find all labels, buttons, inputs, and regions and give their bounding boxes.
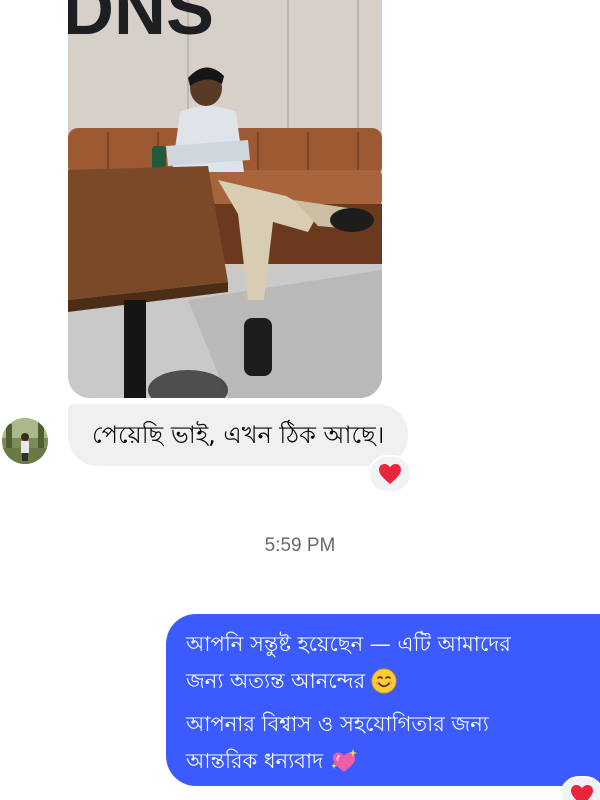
sparkling-heart-emoji-icon — [329, 748, 359, 786]
sent-message-line-text: আন্তরিক ধন্যবাদ — [186, 749, 324, 773]
sent-message-line-text: আপনি সন্তুষ্ট হয়েছেন — এটি আমাদের — [186, 632, 511, 656]
sent-message-bubble[interactable]: আপনি সন্তুষ্ট হয়েছেন — এটি আমাদের জন্য … — [166, 614, 600, 786]
sent-message-line-text: জন্য অত্যন্ত আনন্দের — [186, 669, 366, 693]
sent-message-line: জন্য অত্যন্ত আনন্দের — [186, 663, 588, 706]
photo-sign-text: DNS — [68, 0, 214, 50]
sent-message-line-text: আপনার বিশ্বাস ও সহযোগিতার জন্য — [186, 712, 489, 736]
red-heart-icon — [571, 785, 593, 800]
sent-message-reaction[interactable] — [560, 776, 600, 800]
received-message-reaction[interactable] — [368, 455, 412, 493]
smiling-face-emoji-icon — [371, 668, 397, 706]
sender-avatar[interactable] — [2, 418, 48, 464]
avatar-image — [2, 418, 48, 464]
received-message-text: পেয়েছি ভাই, এখন ঠিক আছে। — [92, 421, 385, 449]
received-message-bubble[interactable]: পেয়েছি ভাই, এখন ঠিক আছে। — [68, 404, 409, 466]
chat-thread: DNS পেয়েছি ভাই, এখন ঠিক আছে। 5:59 PM আপ… — [0, 0, 600, 800]
photo-illustration: DNS — [68, 0, 382, 398]
sent-message-line: আন্তরিক ধন্যবাদ — [186, 743, 588, 786]
received-photo[interactable]: DNS — [68, 0, 382, 398]
sent-message-line: আপনার বিশ্বাস ও সহযোগিতার জন্য — [186, 706, 588, 743]
red-heart-icon — [379, 464, 401, 484]
sent-message-line: আপনি সন্তুষ্ট হয়েছেন — এটি আমাদের — [186, 626, 588, 663]
message-timestamp: 5:59 PM — [264, 535, 336, 556]
